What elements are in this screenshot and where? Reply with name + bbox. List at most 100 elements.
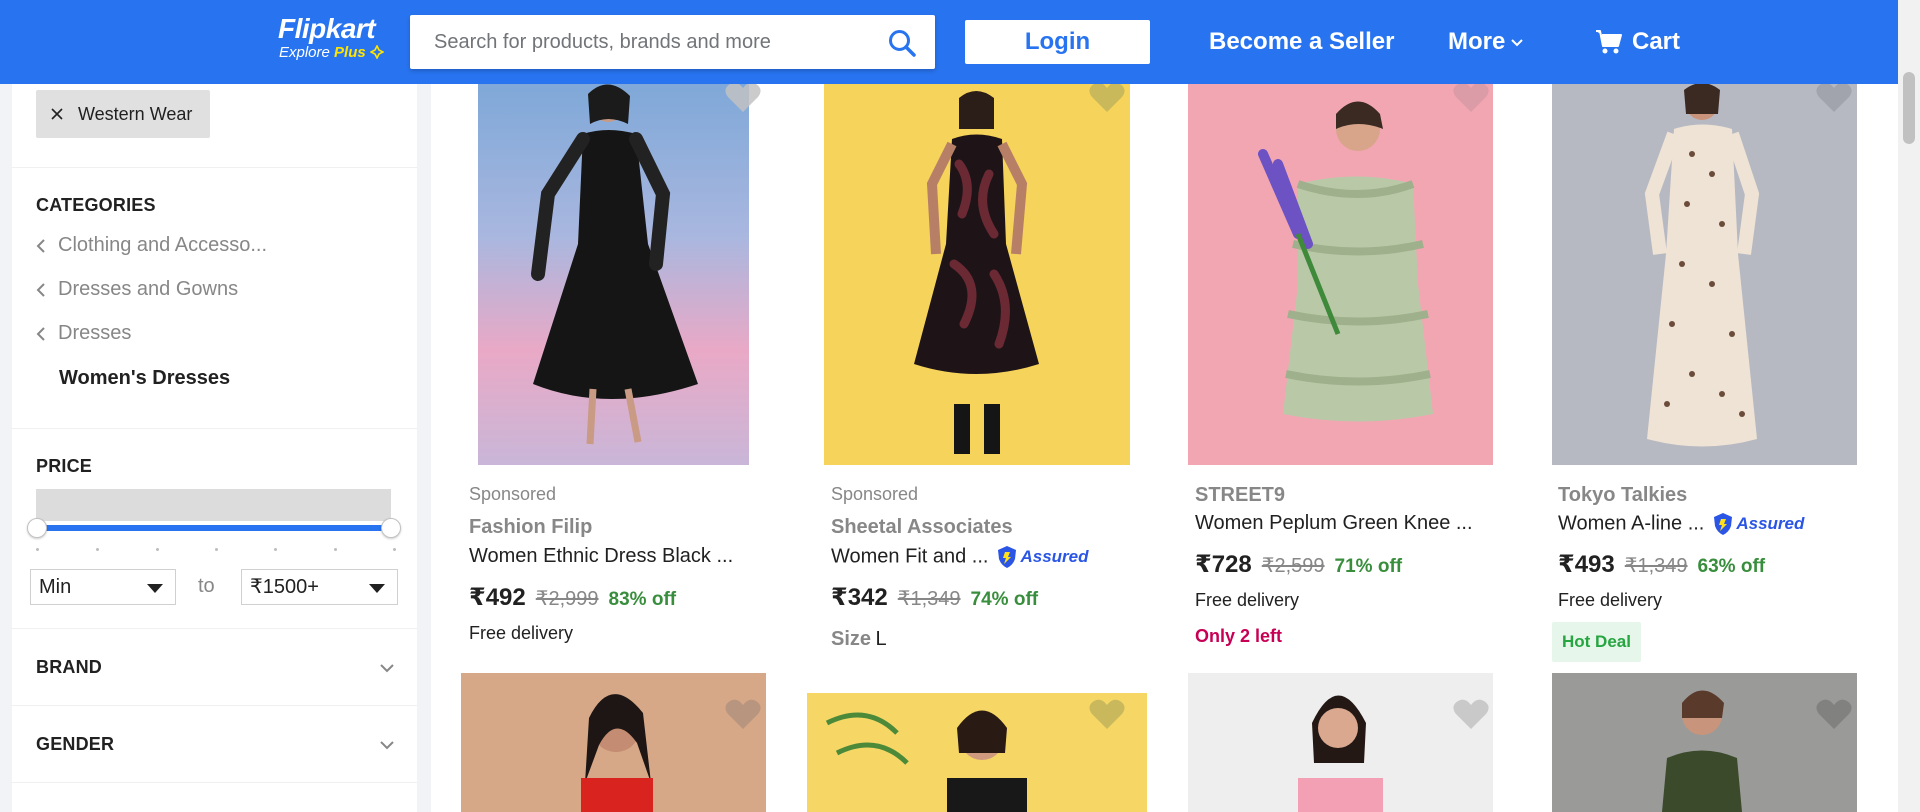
wishlist-heart-icon[interactable] [724,697,762,731]
product-image[interactable] [478,84,749,465]
slider-tick [274,548,277,551]
divider [12,628,417,629]
caret-down-icon [369,584,385,593]
caret-down-icon [147,584,163,593]
page-scrollbar[interactable] [1898,0,1920,812]
price-row: ₹492 ₹2,999 83% off [469,583,676,612]
cart-link[interactable]: Cart [1632,26,1680,58]
delivery-info: Free delivery [469,623,574,643]
product-price: ₹493 [1558,551,1615,578]
product-image[interactable] [1188,84,1493,465]
category-item-clothing[interactable]: Clothing and Accesso... [36,234,267,257]
price-row: ₹493 ₹1,349 63% off [1558,550,1765,579]
hot-deal-badge: Hot Deal [1552,622,1641,662]
more-label: More [1448,28,1506,55]
size-info: Size L [831,628,887,651]
brand-filter-title[interactable]: BRAND [36,657,102,678]
price-slider-track[interactable] [36,525,391,531]
sponsored-label: Sponsored [831,484,919,504]
product-title: Women A-line ... [1558,512,1705,535]
dress-photo [1644,84,1760,447]
product-image[interactable] [1188,673,1493,812]
price-title: PRICE [36,456,93,476]
price-max-select[interactable]: ₹1500+ [241,569,398,605]
chevron-down-icon[interactable] [379,740,395,750]
size-value: L [875,628,887,650]
divider [12,167,417,168]
product-image[interactable] [824,84,1130,465]
login-button[interactable]: Login [965,20,1150,64]
close-icon[interactable] [50,107,64,121]
wishlist-heart-icon[interactable] [1088,697,1126,731]
product-discount: 83% off [608,589,677,610]
product-brand: STREET9 [1195,484,1286,506]
price-slider-min-handle[interactable] [27,518,47,538]
product-mrp: ₹2,599 [1261,555,1325,577]
chevron-down-icon[interactable] [379,663,395,673]
product-discount: 71% off [1334,556,1403,577]
search-bar [410,15,935,69]
active-filter-label: Western Wear [78,103,193,124]
assured-label: Assured [1020,547,1089,566]
price-min-select[interactable]: Min [30,569,176,605]
product-image[interactable] [461,673,766,812]
category-item-dresses[interactable]: Dresses [36,322,131,345]
product-brand: Fashion Filip [469,516,593,538]
product-price: ₹342 [831,584,888,611]
search-icon[interactable] [887,28,917,58]
plus-icon [369,44,385,60]
divider [12,428,417,429]
category-label: Dresses and Gowns [58,278,239,300]
chevron-left-icon [36,282,45,297]
price-row: ₹728 ₹2,599 71% off [1195,550,1402,579]
product-title-row[interactable]: Women A-line ... Assured [1558,512,1804,536]
assured-shield-icon [1714,513,1733,535]
slider-tick [393,548,396,551]
delivery-info: Free delivery [1558,590,1663,610]
category-item-dresses-gowns[interactable]: Dresses and Gowns [36,278,238,301]
logo-tagline: Explore Plus [279,44,385,62]
chevron-down-icon [1511,38,1524,47]
product-title[interactable]: Women Ethnic Dress Black ... [469,545,733,568]
wishlist-heart-icon[interactable] [1815,697,1853,731]
filters-sidebar: Western Wear CATEGORIES Clothing and Acc… [12,84,417,812]
cart-icon[interactable] [1595,28,1623,56]
price-max-value: ₹1500+ [250,576,319,598]
product-title[interactable]: Women Peplum Green Knee ... [1195,512,1473,535]
assured-badge: Assured [996,545,1089,569]
price-histogram [36,489,391,521]
slider-tick [96,548,99,551]
slider-tick [36,548,39,551]
flipkart-logo[interactable]: Flipkart Explore Plus [278,13,385,62]
divider [12,705,417,706]
category-label: Clothing and Accesso... [58,234,268,256]
price-slider-max-handle[interactable] [381,518,401,538]
product-title-row[interactable]: Women Fit and ... Assured [831,545,1089,569]
active-filter-chip[interactable]: Western Wear [36,90,211,138]
category-label: Dresses [58,322,132,344]
product-discount: 63% off [1697,556,1766,577]
logo-plus: Plus [334,44,366,61]
current-category: Women's Dresses [59,367,231,389]
wishlist-heart-icon[interactable] [1452,80,1490,114]
price-min-value: Min [39,576,72,598]
logo-text: Flipkart [278,13,376,44]
search-input[interactable] [410,15,850,69]
dress-photo [1662,690,1742,812]
wishlist-heart-icon[interactable] [724,80,762,114]
product-price: ₹728 [1195,551,1252,578]
product-discount: 74% off [970,589,1039,610]
chevron-left-icon [36,238,45,253]
wishlist-heart-icon[interactable] [1452,697,1490,731]
gender-filter-title[interactable]: GENDER [36,734,114,755]
become-seller-link[interactable]: Become a Seller [1209,26,1394,58]
product-image[interactable] [1552,84,1857,465]
scrollbar-thumb[interactable] [1903,72,1915,144]
wishlist-heart-icon[interactable] [1088,80,1126,114]
dress-photo [531,84,698,445]
product-image[interactable] [1552,673,1857,812]
divider [12,782,417,783]
more-menu[interactable]: More [1448,26,1524,58]
wishlist-heart-icon[interactable] [1815,80,1853,114]
product-mrp: ₹2,999 [535,588,599,610]
